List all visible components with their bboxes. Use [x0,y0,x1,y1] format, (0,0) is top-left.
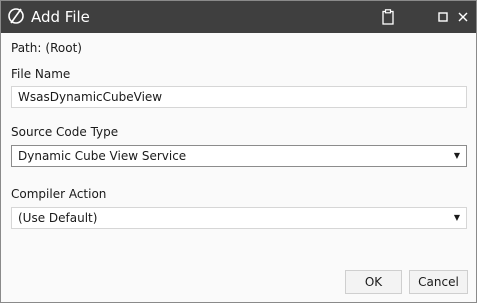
path-label: Path: [11,41,42,55]
compiler-action-dropdown[interactable]: (Use Default) ▼ [11,207,467,229]
maximize-icon[interactable] [434,7,452,27]
cancel-button[interactable]: Cancel [409,270,468,294]
chevron-down-icon: ▼ [453,213,460,222]
window-title: Add File [31,8,90,26]
file-name-label: File Name [11,67,71,81]
path-row: Path: (Root) [11,41,82,55]
source-code-type-label: Source Code Type [11,125,119,139]
chevron-down-icon: ▼ [453,151,460,160]
close-icon[interactable] [454,7,472,27]
clipboard-icon[interactable] [379,7,397,27]
onestream-logo-icon [8,8,24,24]
ok-button[interactable]: OK [345,270,402,294]
path-value: (Root) [45,41,82,55]
add-file-dialog: Add File Path:(Root) File Name Source Co… [0,0,477,303]
title-bar[interactable]: Add File [1,1,476,33]
compiler-action-label: Compiler Action [11,187,107,201]
source-code-type-dropdown[interactable]: Dynamic Cube View Service ▼ [11,145,467,167]
compiler-action-value: (Use Default) [18,211,98,225]
file-name-input[interactable] [11,86,467,108]
source-code-type-value: Dynamic Cube View Service [18,149,187,163]
